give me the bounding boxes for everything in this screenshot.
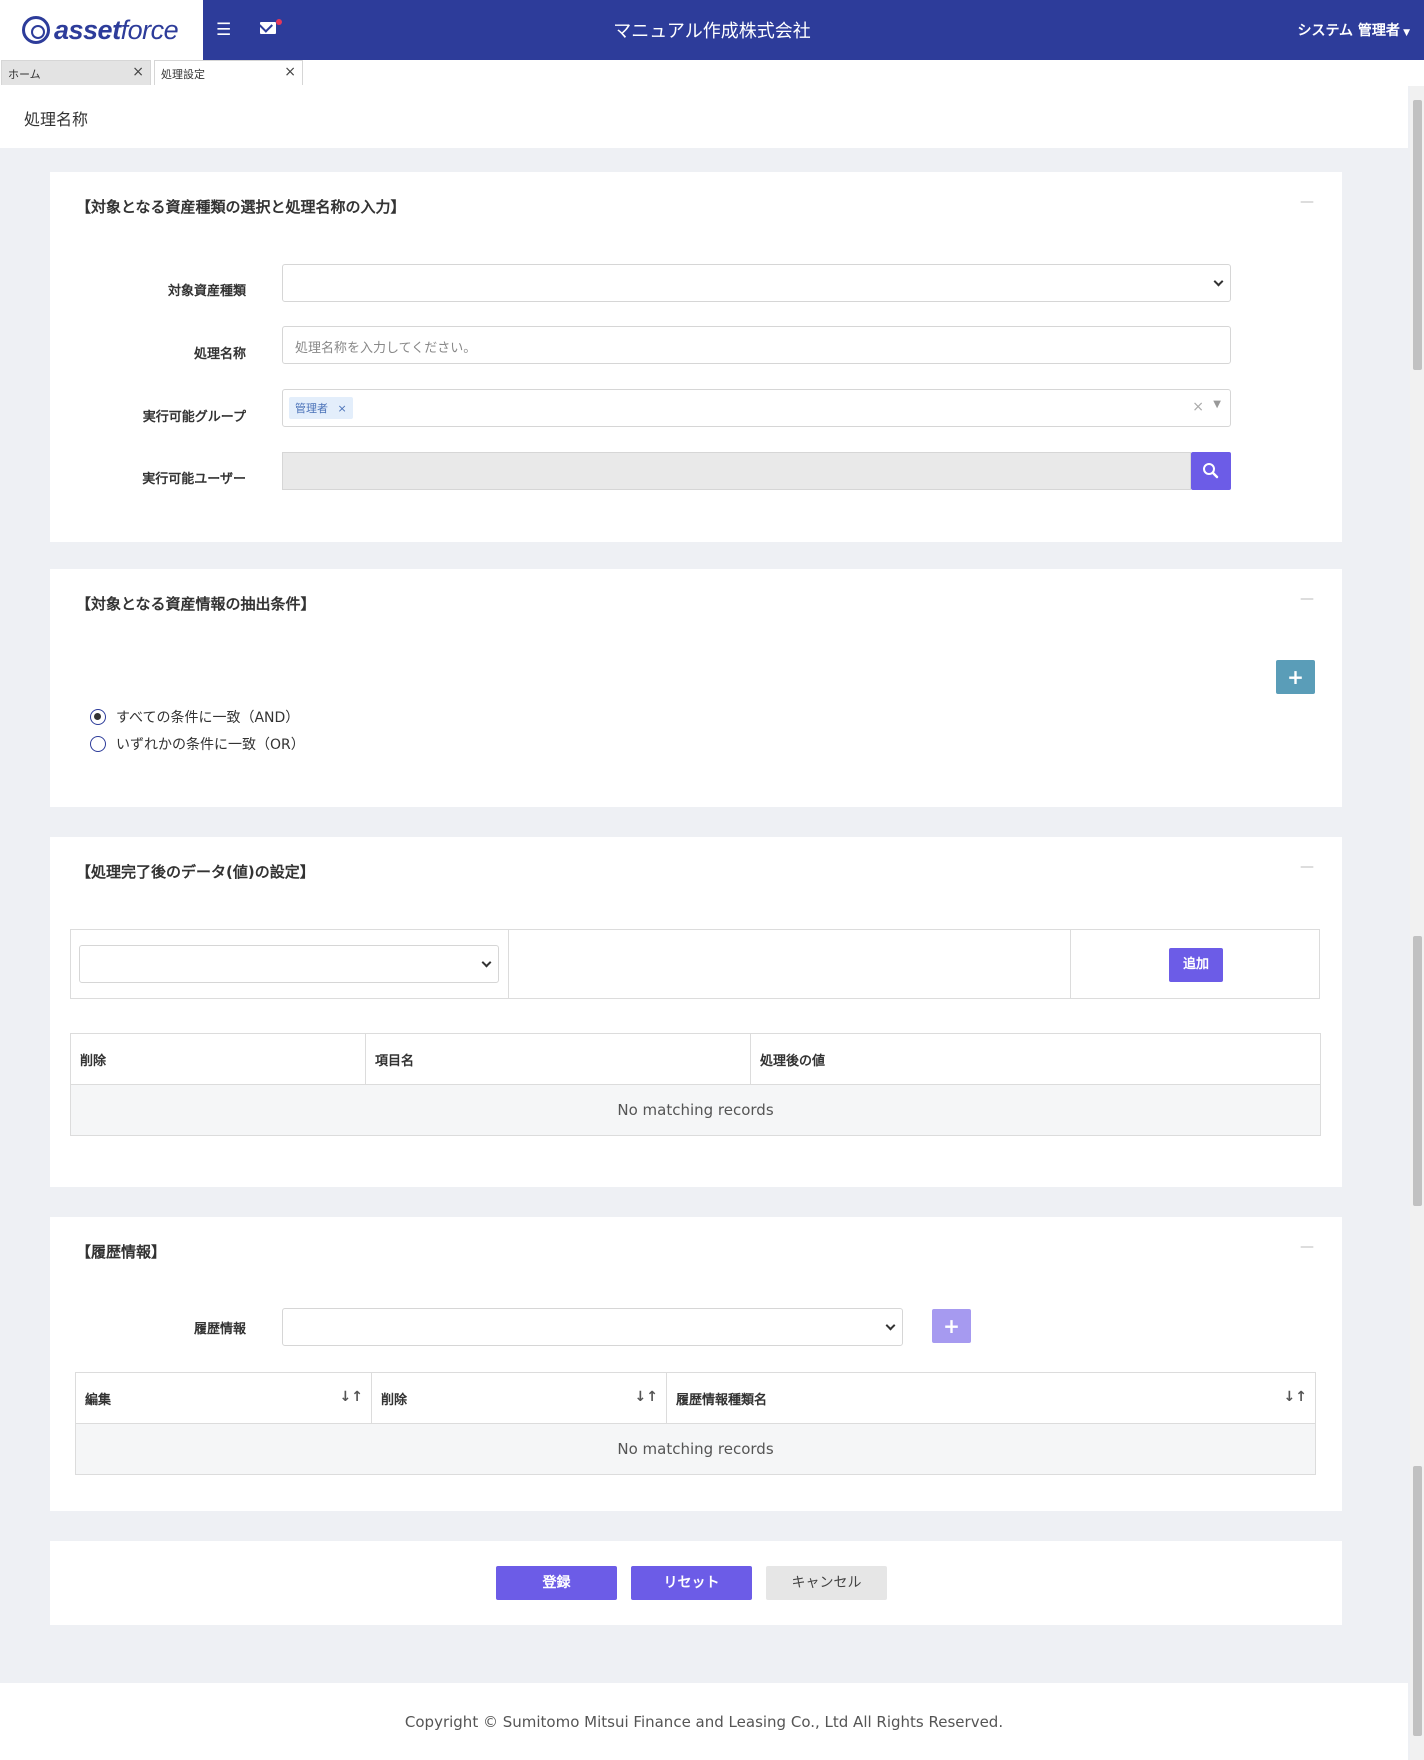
sort-icon[interactable]: ↓↑: [1284, 1389, 1307, 1405]
process-name-label: 処理名称: [193, 347, 246, 362]
radio-or-label: いずれかの条件に一致（OR）: [116, 737, 305, 753]
column-header[interactable]: 項目名: [365, 1033, 751, 1085]
radio-button-checked[interactable]: [90, 709, 106, 725]
group-tag-label: 管理者: [295, 402, 328, 415]
section-title: 【履歴情報】: [76, 1243, 167, 1261]
top-navbar: assetforce ☰ マニュアル作成株式会社 システム 管理者 ▼: [0, 0, 1424, 60]
section-title: 【対象となる資産情報の抽出条件】: [76, 595, 316, 613]
group-multiselect[interactable]: 管理者 × × ▼: [282, 389, 1231, 427]
page-scrollbar[interactable]: [1410, 86, 1424, 1760]
user-search-button[interactable]: [1191, 452, 1231, 490]
tab-bar: ホーム × 処理設定 ×: [0, 60, 1424, 86]
radio-or[interactable]: いずれかの条件に一致（OR）: [90, 734, 305, 754]
section-title: 【対象となる資産種類の選択と処理名称の入力】: [76, 198, 406, 216]
divider: [508, 930, 509, 998]
close-icon[interactable]: ×: [284, 64, 296, 80]
company-name: マニュアル作成株式会社: [613, 21, 811, 42]
plus-icon: +: [1287, 665, 1304, 689]
tab-process-settings-label: 処理設定: [161, 68, 205, 81]
reset-button[interactable]: リセット: [631, 1566, 752, 1600]
scrollbar-thumb[interactable]: [1413, 1466, 1422, 1736]
history-select[interactable]: [282, 1308, 903, 1346]
column-header-label: 編集: [85, 1392, 112, 1408]
section-title: 【処理完了後のデータ(値)の設定】: [76, 863, 315, 881]
user-menu[interactable]: システム 管理者 ▼: [1297, 20, 1410, 40]
scrollbar-thumb[interactable]: [1413, 936, 1422, 1206]
tab-home-label: ホーム: [8, 68, 41, 81]
caret-down-icon: ▼: [1213, 399, 1221, 410]
divider: [1070, 930, 1071, 998]
collapse-icon[interactable]: —: [1300, 1239, 1314, 1255]
scrollbar-thumb[interactable]: [1413, 100, 1422, 370]
radio-button[interactable]: [90, 736, 106, 752]
cancel-button[interactable]: キャンセル: [766, 1566, 887, 1600]
section-post-process-data: 【処理完了後のデータ(値)の設定】 — 追加 削除 項目名 処理後の値 No m…: [50, 837, 1342, 1187]
sort-icon[interactable]: ↓↑: [340, 1389, 363, 1405]
asset-type-label: 対象資産種類: [167, 284, 246, 299]
tab-home[interactable]: ホーム ×: [1, 60, 151, 85]
item-select[interactable]: [79, 945, 499, 983]
column-header-delete[interactable]: 削除 ↓↑: [371, 1372, 667, 1424]
section-history: 【履歴情報】 — 履歴情報 + 編集 ↓↑ 削除 ↓↑ 履歴情報種類名 ↓↑ No m…: [50, 1217, 1342, 1511]
tab-process-settings[interactable]: 処理設定 ×: [154, 60, 303, 85]
asset-type-select[interactable]: [282, 264, 1231, 302]
collapse-icon[interactable]: —: [1300, 194, 1314, 210]
search-icon: [1203, 463, 1219, 479]
register-button[interactable]: 登録: [496, 1566, 617, 1600]
page-title-band: 処理名称: [0, 86, 1408, 148]
column-header-label: 履歴情報種類名: [676, 1392, 768, 1408]
clear-icon[interactable]: ×: [1192, 399, 1204, 415]
group-label: 実行可能グループ: [142, 410, 246, 425]
section-extraction-conditions: 【対象となる資産情報の抽出条件】 — + すべての条件に一致（AND） いずれか…: [50, 569, 1342, 807]
history-label: 履歴情報: [193, 1322, 246, 1337]
tag-remove-icon[interactable]: ×: [338, 402, 347, 415]
action-bar: 登録 リセット キャンセル: [50, 1541, 1342, 1625]
group-tag: 管理者 ×: [289, 397, 353, 419]
copyright-text: Copyright © Sumitomo Mitsui Finance and …: [404, 1713, 1004, 1731]
empty-message: No matching records: [75, 1423, 1316, 1475]
process-name-placeholder: 処理名称を入力してください。: [295, 341, 477, 356]
collapse-icon[interactable]: —: [1300, 591, 1314, 607]
column-header-history-type[interactable]: 履歴情報種類名 ↓↑: [666, 1372, 1316, 1424]
sort-icon[interactable]: ↓↑: [635, 1389, 658, 1405]
add-condition-button[interactable]: +: [1276, 660, 1315, 694]
setting-row: 追加: [70, 929, 1320, 999]
history-table: 編集 ↓↑ 削除 ↓↑ 履歴情報種類名 ↓↑ No matching records: [75, 1372, 1316, 1475]
chevron-down-icon: [1213, 276, 1224, 287]
close-icon[interactable]: ×: [132, 64, 144, 80]
radio-and[interactable]: すべての条件に一致（AND）: [90, 707, 299, 727]
add-button[interactable]: 追加: [1169, 948, 1223, 982]
column-header[interactable]: 処理後の値: [750, 1033, 1321, 1085]
radio-and-label: すべての条件に一致（AND）: [116, 710, 300, 726]
add-history-button[interactable]: +: [932, 1309, 971, 1343]
chevron-down-icon: [885, 1320, 896, 1331]
plus-icon: +: [943, 1314, 960, 1338]
chevron-down-icon: ▼: [1399, 28, 1410, 38]
column-header[interactable]: 削除: [70, 1033, 366, 1085]
chevron-down-icon: [481, 957, 492, 968]
user-menu-label: システム 管理者: [1297, 23, 1400, 39]
page-title: 処理名称: [24, 110, 89, 129]
empty-message: No matching records: [70, 1084, 1321, 1136]
column-header-label: 削除: [381, 1392, 408, 1408]
section-target-asset: 【対象となる資産種類の選択と処理名称の入力】 — 対象資産種類 処理名称 処理名…: [50, 172, 1342, 542]
column-header-edit[interactable]: 編集 ↓↑: [75, 1372, 372, 1424]
collapse-icon[interactable]: —: [1300, 859, 1314, 875]
post-value-table: 削除 項目名 処理後の値 No matching records: [70, 1033, 1321, 1136]
user-label: 実行可能ユーザー: [142, 472, 246, 487]
footer: Copyright © Sumitomo Mitsui Finance and …: [0, 1683, 1408, 1760]
user-input[interactable]: [282, 452, 1191, 490]
process-name-input[interactable]: 処理名称を入力してください。: [282, 326, 1231, 364]
